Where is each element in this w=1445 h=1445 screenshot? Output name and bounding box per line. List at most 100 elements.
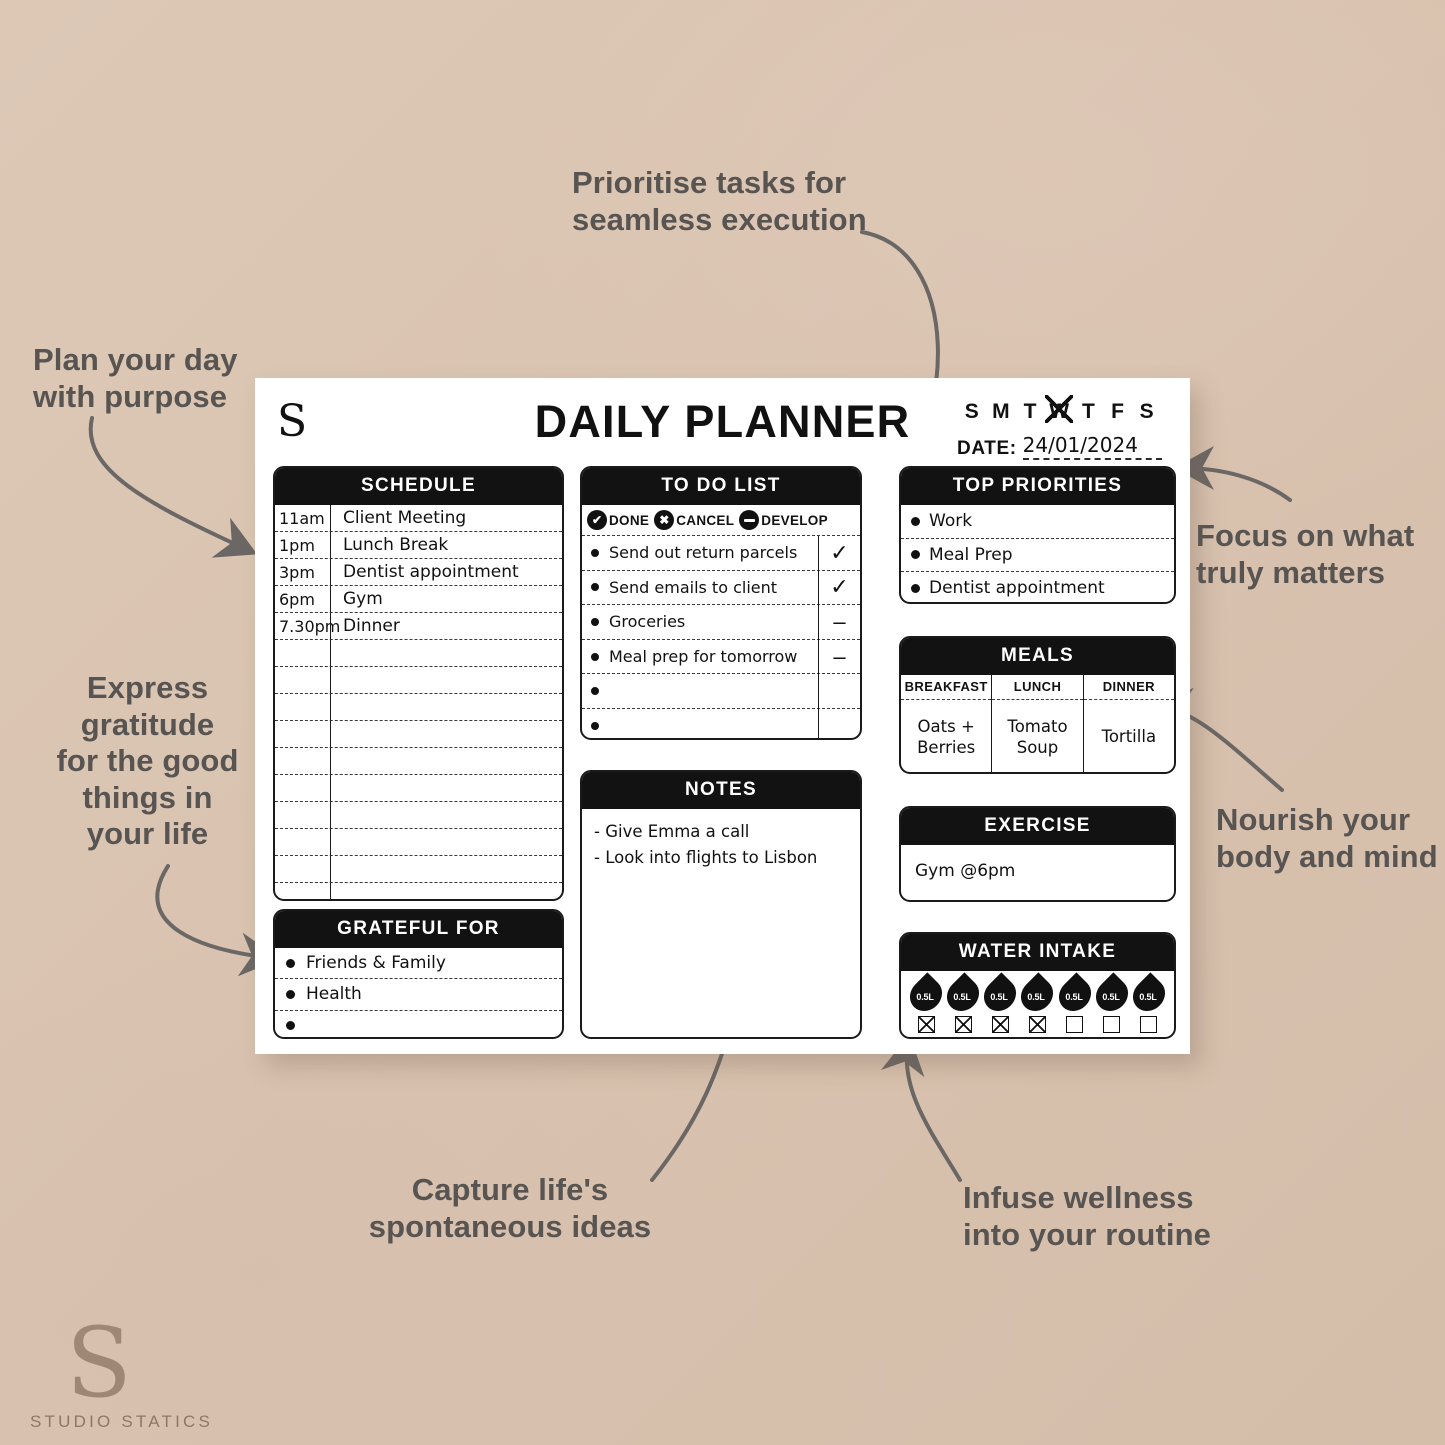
date-field[interactable]: DATE: 24/01/2024 bbox=[957, 433, 1162, 460]
todo-mark[interactable]: ✓ bbox=[819, 541, 860, 564]
todo-card: TO DO LIST ✔ DONE ✖ CANCEL DEVELOP Send out … bbox=[580, 466, 862, 740]
callout-plan-day: Plan your day with purpose bbox=[33, 342, 238, 414]
schedule-task: Gym bbox=[343, 589, 383, 609]
meal-value[interactable]: Tortilla bbox=[1084, 700, 1174, 772]
todo-task: Send out return parcels bbox=[609, 543, 798, 563]
schedule-row[interactable] bbox=[275, 883, 562, 899]
water-drop-icon: 0.5L bbox=[1126, 972, 1172, 1018]
bullet-icon bbox=[911, 583, 920, 593]
water-intake-title: WATER INTAKE bbox=[901, 934, 1174, 971]
todo-body: Send out return parcels ✓ Send emails to c… bbox=[582, 536, 860, 738]
todo-task: Meal prep for tomorrow bbox=[609, 647, 798, 667]
schedule-row[interactable] bbox=[275, 775, 562, 802]
water-unit[interactable]: 0.5L bbox=[903, 972, 949, 1033]
water-drop-label: 0.5L bbox=[1028, 991, 1046, 1002]
water-unit[interactable]: 0.5L bbox=[977, 972, 1023, 1033]
schedule-row[interactable] bbox=[275, 640, 562, 667]
water-checkbox[interactable] bbox=[1103, 1016, 1121, 1033]
exercise-value[interactable]: Gym @6pm bbox=[901, 845, 1174, 897]
day-letter-6[interactable]: S bbox=[1136, 400, 1158, 424]
bullet-icon bbox=[591, 548, 599, 557]
todo-divider bbox=[818, 536, 819, 738]
grateful-row[interactable] bbox=[275, 1011, 562, 1037]
water-checkbox[interactable] bbox=[1140, 1016, 1158, 1033]
water-checkbox[interactable] bbox=[917, 1016, 935, 1033]
todo-mark[interactable]: ✓ bbox=[819, 576, 860, 598]
water-checkbox[interactable] bbox=[954, 1016, 972, 1033]
todo-title: TO DO LIST bbox=[582, 468, 860, 505]
water-unit[interactable]: 0.5L bbox=[1126, 972, 1172, 1033]
priority-row[interactable]: Meal Prep bbox=[901, 539, 1174, 573]
schedule-row[interactable] bbox=[275, 748, 562, 775]
day-letters[interactable]: SMTWTFS bbox=[957, 395, 1162, 424]
schedule-row[interactable] bbox=[275, 802, 562, 829]
water-drop-label: 0.5L bbox=[1102, 991, 1120, 1002]
priority-text: Work bbox=[929, 511, 973, 532]
watermark-name: STUDIO STATICS bbox=[30, 1412, 214, 1431]
todo-task: Send emails to client bbox=[609, 577, 778, 597]
day-letter-3[interactable]: W bbox=[1045, 395, 1074, 424]
daily-planner-sheet: S DAILY PLANNER SMTWTFS DATE: 24/01/2024… bbox=[255, 378, 1190, 1054]
callout-nourish: Nourish your body and mind bbox=[1216, 802, 1438, 874]
water-unit[interactable]: 0.5L bbox=[1089, 972, 1135, 1033]
priority-row[interactable]: Dentist appointment bbox=[901, 572, 1174, 602]
todo-legend-label: CANCEL bbox=[676, 512, 735, 528]
schedule-row[interactable]: 6pm Gym bbox=[275, 586, 562, 613]
schedule-row[interactable] bbox=[275, 694, 562, 721]
water-drop-label: 0.5L bbox=[990, 991, 1009, 1002]
water-drop-icon: 0.5L bbox=[1051, 972, 1098, 1018]
schedule-title: SCHEDULE bbox=[275, 468, 562, 505]
todo-mark[interactable]: – bbox=[819, 645, 860, 668]
water-checkbox[interactable] bbox=[1028, 1016, 1046, 1033]
grateful-row[interactable]: Friends & Family bbox=[275, 948, 562, 980]
meal-value[interactable]: Tomato Soup bbox=[992, 700, 1082, 772]
bullet-icon bbox=[591, 721, 599, 730]
priority-row[interactable]: Work bbox=[901, 505, 1174, 539]
bullet-icon bbox=[911, 550, 920, 560]
day-of-week-selector[interactable]: SMTWTFS DATE: 24/01/2024 bbox=[957, 395, 1162, 460]
bullet-icon bbox=[286, 958, 295, 968]
minus-circle-icon bbox=[739, 510, 760, 530]
water-unit[interactable]: 0.5L bbox=[940, 972, 986, 1033]
check-circle-icon: ✔ bbox=[587, 510, 607, 530]
water-checkbox[interactable] bbox=[991, 1016, 1009, 1033]
date-label: DATE: bbox=[957, 438, 1017, 459]
water-drop-label: 0.5L bbox=[1065, 991, 1083, 1002]
schedule-row[interactable] bbox=[275, 856, 562, 883]
top-priorities-rows: Work Meal Prep Dentist appointment bbox=[901, 505, 1174, 602]
meal-header: DINNER bbox=[1083, 675, 1174, 700]
day-letter-2[interactable]: T bbox=[1019, 400, 1041, 424]
day-letter-5[interactable]: F bbox=[1107, 400, 1129, 424]
meal-value[interactable]: Oats + Berries bbox=[901, 700, 991, 772]
schedule-row[interactable]: 1pm Lunch Break bbox=[275, 532, 562, 559]
grateful-for-title: GRATEFUL FOR bbox=[275, 911, 562, 948]
schedule-row[interactable] bbox=[275, 667, 562, 694]
day-letter-0[interactable]: S bbox=[961, 400, 983, 424]
schedule-row[interactable] bbox=[275, 829, 562, 856]
water-unit[interactable]: 0.5L bbox=[1014, 972, 1061, 1033]
day-letter-1[interactable]: M bbox=[990, 400, 1012, 424]
meals-title: MEALS bbox=[901, 638, 1174, 675]
todo-legend-item: DEVELOP bbox=[739, 510, 828, 530]
schedule-row[interactable]: 7.30pm Dinner bbox=[275, 613, 562, 640]
schedule-row[interactable]: 3pm Dentist appointment bbox=[275, 559, 562, 586]
bullet-icon bbox=[591, 617, 599, 626]
schedule-time: 1pm bbox=[279, 535, 315, 555]
schedule-body: 11am Client Meeting 1pm Lunch Break 3pm Denti… bbox=[275, 505, 562, 899]
schedule-row[interactable]: 11am Client Meeting bbox=[275, 505, 562, 532]
grateful-text: Friends & Family bbox=[306, 953, 446, 974]
grateful-row[interactable]: Health bbox=[275, 979, 562, 1011]
date-value[interactable]: 24/01/2024 bbox=[1022, 433, 1162, 460]
meal-column: DINNER Tortilla bbox=[1083, 675, 1174, 772]
water-unit[interactable]: 0.5L bbox=[1051, 972, 1098, 1033]
note-line: - Give Emma a call bbox=[594, 822, 750, 841]
water-checkbox[interactable] bbox=[1066, 1016, 1084, 1033]
schedule-row[interactable] bbox=[275, 721, 562, 748]
notes-body[interactable]: - Give Emma a call - Look into flights to… bbox=[582, 809, 860, 880]
bullet-icon bbox=[286, 989, 295, 999]
watermark: S STUDIO STATICS bbox=[30, 1315, 220, 1432]
todo-mark[interactable]: – bbox=[819, 610, 860, 633]
note-line: - Look into flights to Lisbon bbox=[594, 847, 818, 867]
day-letter-4[interactable]: T bbox=[1078, 400, 1100, 424]
notes-title: NOTES bbox=[582, 772, 860, 809]
